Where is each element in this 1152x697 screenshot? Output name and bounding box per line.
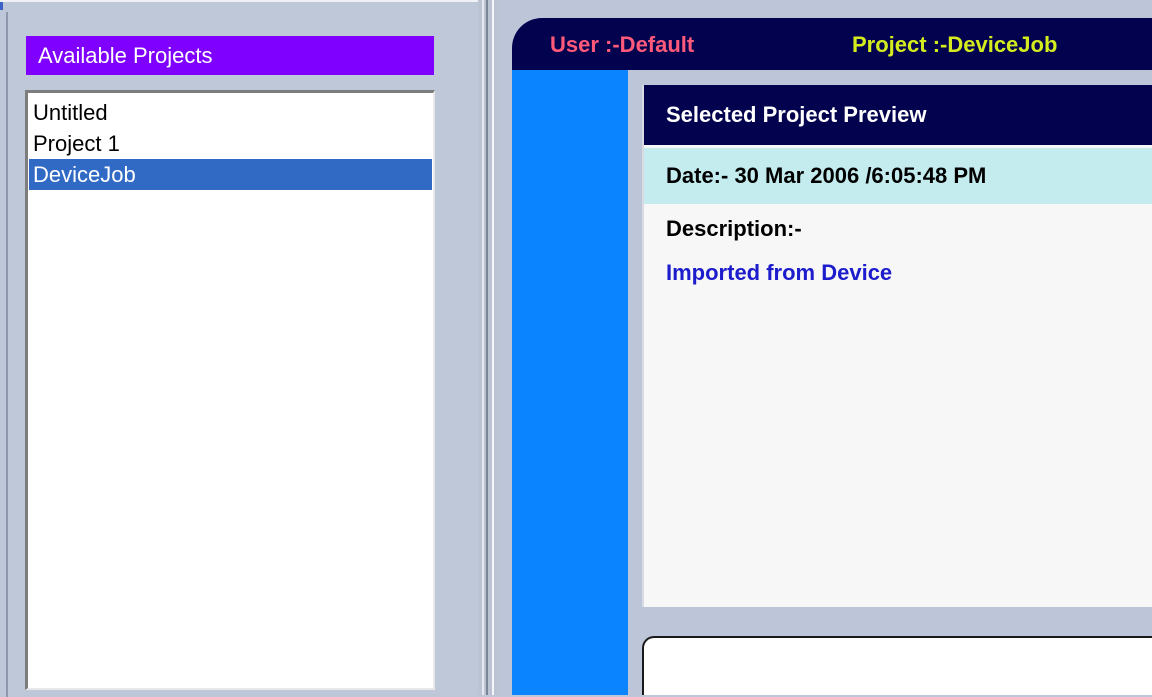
project-list-item-untitled[interactable]: Untitled <box>29 97 432 128</box>
splitter-shadow <box>486 0 488 695</box>
description-label: Description:- <box>666 216 802 241</box>
window-edge-marker <box>0 2 3 10</box>
project-list-item-devicejob[interactable]: DeviceJob <box>29 159 432 190</box>
blue-sidebar-strip <box>512 70 628 695</box>
splitter-highlight <box>482 0 484 695</box>
status-header: User :-Default Project :-DeviceJob <box>512 18 1152 70</box>
project-listbox[interactable]: Untitled Project 1 DeviceJob <box>25 90 435 690</box>
project-list-panel: Available Projects Untitled Project 1 De… <box>0 0 478 697</box>
panel-border <box>6 12 8 697</box>
available-projects-heading: Available Projects <box>26 36 434 75</box>
panel-splitter[interactable] <box>478 0 500 695</box>
preview-date: Date:- 30 Mar 2006 /6:05:48 PM <box>644 148 1152 204</box>
splitter-highlight-right <box>492 0 494 695</box>
current-user-label: User :-Default <box>550 32 695 57</box>
project-preview-card: Selected Project Preview Date:- 30 Mar 2… <box>642 85 1152 607</box>
description-value: Imported from Device <box>666 260 893 285</box>
secondary-content-box <box>642 636 1152 695</box>
preview-title: Selected Project Preview <box>644 85 1152 145</box>
project-detail-panel: User :-Default Project :-DeviceJob Selec… <box>500 0 1152 695</box>
project-list-item-project-1[interactable]: Project 1 <box>29 128 432 159</box>
current-project-label: Project :-DeviceJob <box>852 32 1058 57</box>
